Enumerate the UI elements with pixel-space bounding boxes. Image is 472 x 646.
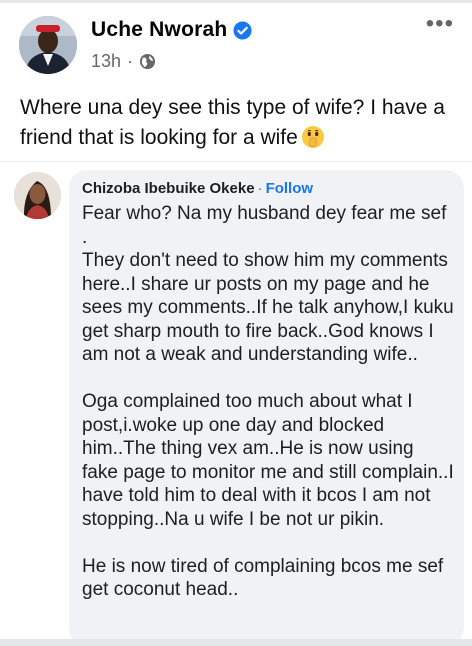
- post-time[interactable]: 13h: [91, 51, 121, 72]
- author-name[interactable]: Uche Nworah: [91, 18, 227, 42]
- meta-separator: ·: [127, 51, 134, 71]
- comment-section: Chizoba Ibebuike Okeke · Follow Fear who? …: [0, 162, 472, 646]
- comment-bubble: Chizoba Ibebuike Okeke · Follow Fear who? …: [69, 170, 464, 646]
- comment-header: Chizoba Ibebuike Okeke · Follow: [82, 180, 313, 197]
- bottom-separator: [0, 639, 472, 646]
- post-caption: Where una dey see this type of wife? I h…: [20, 93, 460, 153]
- commenter-avatar[interactable]: [14, 172, 61, 219]
- commenter-name[interactable]: Chizoba Ibebuike Okeke: [82, 180, 255, 197]
- author-avatar[interactable]: [19, 16, 77, 74]
- caption-text: Where una dey see this type of wife? I h…: [20, 96, 445, 149]
- post-meta: 13h ·: [91, 51, 156, 72]
- post-header: Uche Nworah 13h · •••: [0, 0, 472, 84]
- globe-icon: [139, 53, 156, 70]
- more-options-button[interactable]: •••: [426, 12, 454, 36]
- verified-badge-icon: [233, 20, 252, 40]
- shushing-face-emoji-icon: [301, 125, 325, 149]
- header-separator: ·: [257, 180, 263, 197]
- author-name-row: Uche Nworah: [91, 18, 252, 42]
- follow-button[interactable]: Follow: [266, 180, 314, 197]
- comment-text: Fear who? Na my husband dey fear me sef …: [82, 203, 454, 600]
